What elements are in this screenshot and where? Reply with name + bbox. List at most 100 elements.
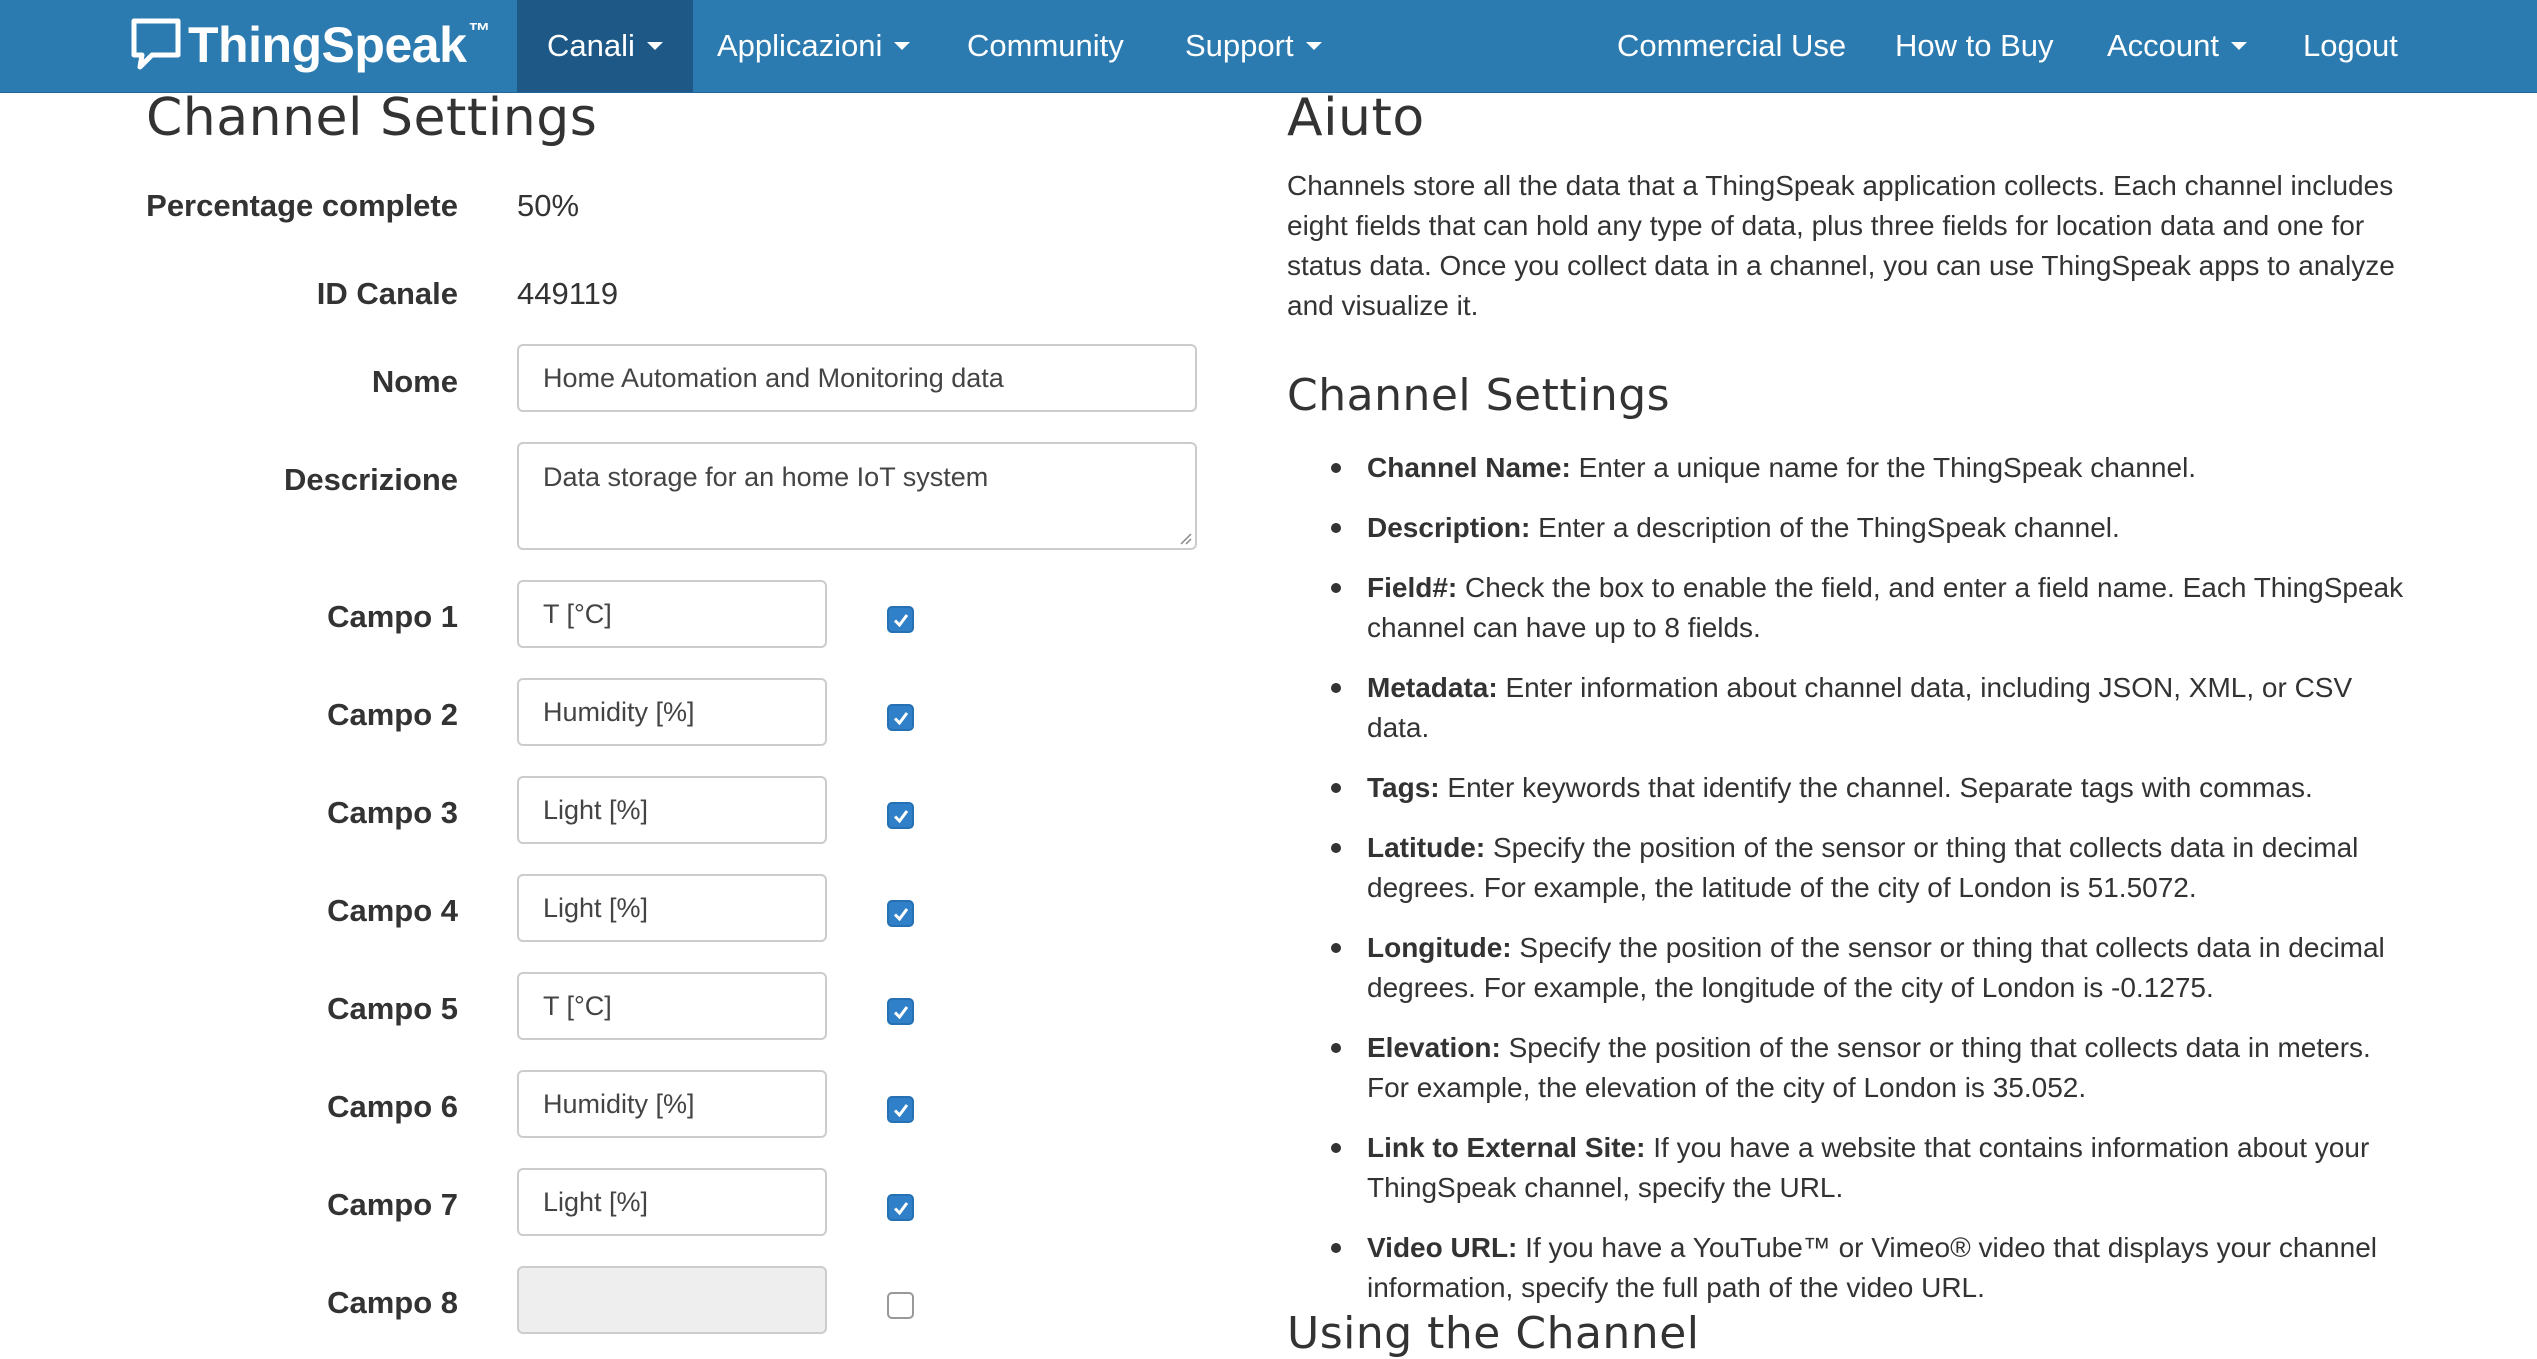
brand-name: ThingSpeak bbox=[188, 17, 467, 73]
field-7-input[interactable]: Light [%] bbox=[517, 1168, 827, 1236]
caret-down-icon bbox=[894, 42, 911, 50]
help-text: Specify the position of the sensor or th… bbox=[1367, 1032, 2371, 1103]
field-5-label: Campo 5 bbox=[327, 991, 458, 1026]
nav-applicazioni[interactable]: Applicazioni bbox=[717, 0, 911, 92]
field-2-value: Humidity [%] bbox=[543, 696, 695, 727]
nav-logout-label: Logout bbox=[2303, 28, 2398, 63]
field-4-input[interactable]: Light [%] bbox=[517, 874, 827, 942]
list-item: Tags: Enter keywords that identify the c… bbox=[1287, 768, 2417, 808]
help-using-title: Using the Channel bbox=[1287, 1308, 1700, 1359]
help-term: Elevation: bbox=[1367, 1032, 1501, 1063]
field-8-input[interactable] bbox=[517, 1266, 827, 1334]
field-7-checkbox[interactable] bbox=[887, 1194, 914, 1221]
help-text: Enter a description of the ThingSpeak ch… bbox=[1530, 512, 2120, 543]
help-text: Specify the position of the sensor or th… bbox=[1367, 832, 2359, 903]
field-4-value: Light [%] bbox=[543, 892, 649, 923]
list-item: Link to External Site: If you have a web… bbox=[1287, 1128, 2417, 1208]
list-item: Latitude: Specify the position of the se… bbox=[1287, 828, 2417, 908]
caret-down-icon bbox=[646, 42, 663, 50]
speech-bubble-icon bbox=[131, 18, 181, 70]
help-term: Channel Name: bbox=[1367, 452, 1571, 483]
field-1-input[interactable]: T [°C] bbox=[517, 580, 827, 648]
nav-commercial-use[interactable]: Commercial Use bbox=[1617, 0, 1846, 92]
caret-down-icon bbox=[2231, 42, 2248, 50]
field-3-value: Light [%] bbox=[543, 794, 649, 825]
description-value: Data storage for an home IoT system bbox=[543, 462, 989, 492]
field-4-label: Campo 4 bbox=[327, 893, 458, 928]
field-5-checkbox[interactable] bbox=[887, 998, 914, 1025]
field-1-value: T [°C] bbox=[543, 598, 612, 629]
list-item: Channel Name: Enter a unique name for th… bbox=[1287, 448, 2417, 488]
checkmark-icon bbox=[893, 908, 909, 922]
help-term: Tags: bbox=[1367, 772, 1440, 803]
nav-canali[interactable]: Canali bbox=[517, 0, 693, 92]
nav-support[interactable]: Support bbox=[1185, 0, 1322, 92]
field-6-value: Humidity [%] bbox=[543, 1088, 695, 1119]
nav-logout[interactable]: Logout bbox=[2303, 0, 2398, 92]
help-intro: Channels store all the data that a Thing… bbox=[1287, 170, 2395, 321]
field-2-checkbox[interactable] bbox=[887, 704, 914, 731]
help-term: Description: bbox=[1367, 512, 1531, 543]
help-text: Enter a unique name for the ThingSpeak c… bbox=[1570, 452, 2197, 483]
list-item: Metadata: Enter information about channe… bbox=[1287, 668, 2417, 748]
nav-canali-label: Canali bbox=[547, 28, 635, 63]
field-1-label: Campo 1 bbox=[327, 599, 458, 634]
field-2-input[interactable]: Humidity [%] bbox=[517, 678, 827, 746]
help-settings-title: Channel Settings bbox=[1287, 370, 1671, 421]
brand-trademark: ™ bbox=[468, 18, 491, 43]
checkmark-icon bbox=[893, 1104, 909, 1118]
help-term: Latitude: bbox=[1367, 832, 1486, 863]
description-label: Descrizione bbox=[283, 462, 458, 497]
nav-account-label: Account bbox=[2107, 28, 2220, 63]
field-6-checkbox[interactable] bbox=[887, 1096, 914, 1123]
field-6-input[interactable]: Humidity [%] bbox=[517, 1070, 827, 1138]
resize-handle-icon[interactable] bbox=[1178, 531, 1192, 545]
help-text: Check the box to enable the field, and e… bbox=[1367, 572, 2404, 643]
page-title: Channel Settings bbox=[146, 88, 598, 148]
field-5-value: T [°C] bbox=[543, 990, 612, 1021]
help-term: Field#: bbox=[1367, 572, 1458, 603]
field-8-checkbox[interactable] bbox=[887, 1292, 914, 1319]
list-item: Longitude: Specify the position of the s… bbox=[1287, 928, 2417, 1008]
help-term: Metadata: bbox=[1367, 672, 1498, 703]
nav-account[interactable]: Account bbox=[2107, 0, 2248, 92]
field-8-label: Campo 8 bbox=[327, 1285, 458, 1320]
checkmark-icon bbox=[893, 1202, 909, 1216]
help-text: Enter information about channel data, in… bbox=[1367, 672, 2353, 743]
nav-how-to-buy[interactable]: How to Buy bbox=[1895, 0, 2054, 92]
checkmark-icon bbox=[893, 712, 909, 726]
help-title: Aiuto bbox=[1287, 88, 1425, 148]
help-term: Video URL: bbox=[1367, 1232, 1518, 1263]
checkmark-icon bbox=[893, 1006, 909, 1020]
top-navbar: ThingSpeak ™ Canali Applicazioni Communit… bbox=[0, 0, 2537, 93]
checkmark-icon bbox=[893, 810, 909, 824]
nav-support-label: Support bbox=[1185, 28, 1294, 63]
field-1-checkbox[interactable] bbox=[887, 606, 914, 633]
nav-commercial-use-label: Commercial Use bbox=[1617, 28, 1847, 63]
thingspeak-logo[interactable]: ThingSpeak ™ bbox=[130, 10, 490, 80]
list-item: Video URL: If you have a YouTube™ or Vim… bbox=[1287, 1228, 2417, 1308]
description-textarea[interactable]: Data storage for an home IoT system bbox=[517, 442, 1197, 550]
channel-name-value: Home Automation and Monitoring data bbox=[543, 362, 1004, 393]
channel-id-label: ID Canale bbox=[316, 276, 458, 311]
field-7-value: Light [%] bbox=[543, 1186, 649, 1217]
field-6-label: Campo 6 bbox=[327, 1089, 458, 1124]
nav-community[interactable]: Community bbox=[967, 0, 1124, 92]
channel-id-value: 449119 bbox=[517, 276, 619, 311]
nav-applicazioni-label: Applicazioni bbox=[717, 28, 883, 63]
checkmark-icon bbox=[893, 614, 909, 628]
field-7-label: Campo 7 bbox=[327, 1187, 458, 1222]
field-2-label: Campo 2 bbox=[327, 697, 458, 732]
field-4-checkbox[interactable] bbox=[887, 900, 914, 927]
field-5-input[interactable]: T [°C] bbox=[517, 972, 827, 1040]
list-item: Field#: Check the box to enable the fiel… bbox=[1287, 568, 2417, 648]
nav-community-label: Community bbox=[967, 28, 1124, 63]
field-3-label: Campo 3 bbox=[327, 795, 458, 830]
list-item: Description: Enter a description of the … bbox=[1287, 508, 2417, 548]
field-3-checkbox[interactable] bbox=[887, 802, 914, 829]
help-term: Link to External Site: bbox=[1367, 1132, 1646, 1163]
channel-name-input[interactable]: Home Automation and Monitoring data bbox=[517, 344, 1197, 412]
help-term: Longitude: bbox=[1367, 932, 1512, 963]
field-3-input[interactable]: Light [%] bbox=[517, 776, 827, 844]
help-text: Specify the position of the sensor or th… bbox=[1367, 932, 2385, 1003]
